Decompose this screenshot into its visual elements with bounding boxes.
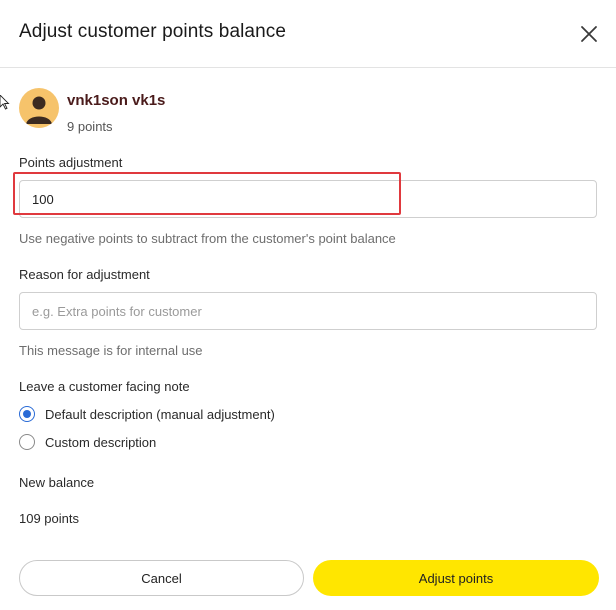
radio-button[interactable] xyxy=(19,434,35,450)
customer-name[interactable]: vnk1son vk1s xyxy=(67,92,165,109)
close-button[interactable] xyxy=(572,17,606,51)
cancel-button[interactable]: Cancel xyxy=(19,560,304,596)
reason-label: Reason for adjustment xyxy=(19,267,150,282)
adjust-points-button[interactable]: Adjust points xyxy=(313,560,599,596)
reason-input[interactable] xyxy=(19,292,597,330)
user-avatar-icon xyxy=(26,96,52,124)
points-adjustment-input[interactable] xyxy=(19,180,597,218)
radio-default-description[interactable]: Default description (manual adjustment) xyxy=(19,406,275,422)
customer-avatar xyxy=(19,88,59,128)
radio-button-checked[interactable] xyxy=(19,406,35,422)
customer-note-label: Leave a customer facing note xyxy=(19,379,190,394)
reason-hint: This message is for internal use xyxy=(19,343,203,358)
radio-custom-description[interactable]: Custom description xyxy=(19,434,156,450)
points-adjustment-hint: Use negative points to subtract from the… xyxy=(19,231,396,246)
new-balance-value: 109 points xyxy=(19,511,79,526)
radio-label: Default description (manual adjustment) xyxy=(45,406,275,422)
close-icon xyxy=(581,26,597,42)
radio-label: Custom description xyxy=(45,434,157,450)
mouse-pointer-icon xyxy=(0,95,10,110)
customer-points: 9 points xyxy=(67,119,113,134)
new-balance-label: New balance xyxy=(19,475,95,490)
adjust-points-modal: Adjust customer points balance vnk1son v… xyxy=(0,0,616,610)
points-adjustment-label: Points adjustment xyxy=(19,155,123,170)
modal-header: Adjust customer points balance xyxy=(0,0,616,68)
modal-title: Adjust customer points balance xyxy=(19,21,287,42)
